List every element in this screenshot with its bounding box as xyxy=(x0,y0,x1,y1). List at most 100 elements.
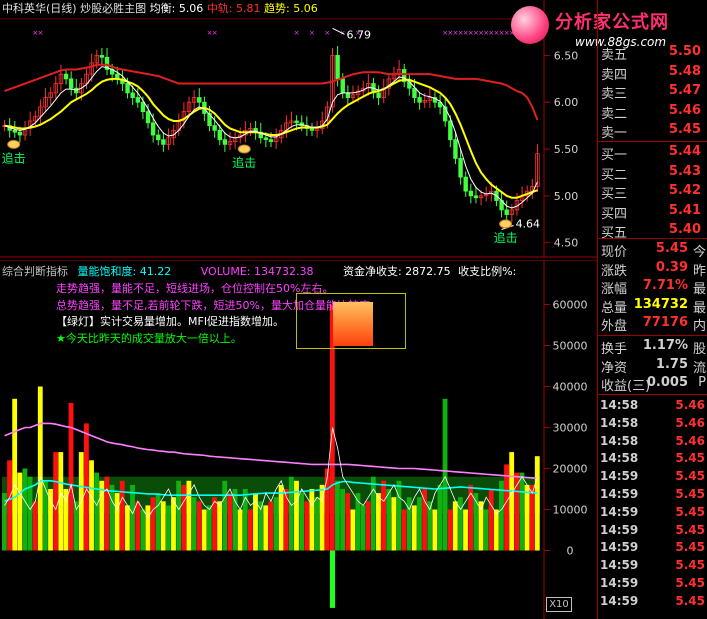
tick-row[interactable]: 14:58 5.46 xyxy=(600,434,705,452)
quote-row[interactable]: 卖四 5.48 xyxy=(601,64,706,83)
candle-body xyxy=(448,120,453,141)
marker-label: 6.79 xyxy=(346,28,371,41)
quote-extra: 股 xyxy=(692,342,706,357)
volume-bar xyxy=(458,497,463,551)
tick-row[interactable]: 14:58 5.45 xyxy=(600,451,705,469)
candle-body xyxy=(68,78,74,89)
candle-body xyxy=(268,139,274,142)
quote-row[interactable]: 收益(三) 0.005 P xyxy=(601,375,706,394)
quote-value: 5.42 xyxy=(668,183,701,198)
tick-time: 14:59 xyxy=(600,522,639,537)
quote-value: 5.45 xyxy=(668,122,701,137)
tick-time: 14:58 xyxy=(600,415,639,430)
divider xyxy=(598,238,707,239)
quote-row[interactable]: 买一 5.44 xyxy=(601,144,706,163)
quote-row[interactable]: 卖一 5.45 xyxy=(601,122,706,141)
quote-label: 卖三 xyxy=(601,87,628,102)
quote-value: 5.45 xyxy=(655,241,688,256)
quote-row[interactable]: 外盘 77176 内 xyxy=(601,315,706,334)
volume-bar xyxy=(227,493,233,551)
quote-row[interactable]: 总量 134732 最 xyxy=(601,297,706,316)
tick-row[interactable]: 14:59 5.45 xyxy=(600,523,705,541)
tick-row[interactable]: 14:59 5.45 xyxy=(600,540,705,558)
signal-x-mark: × xyxy=(294,29,300,37)
volume-bar xyxy=(135,501,141,551)
divider xyxy=(598,335,707,336)
volume-bar xyxy=(381,480,386,551)
volume-bar xyxy=(201,509,207,551)
tick-price: 5.45 xyxy=(675,558,705,573)
y-tick-label: 20000 xyxy=(553,463,588,476)
quote-row[interactable]: 买四 5.41 xyxy=(601,203,706,222)
volume-bar xyxy=(7,460,12,551)
tick-time: 14:58 xyxy=(600,451,639,466)
candle-body xyxy=(453,139,458,159)
quote-label: 总量 xyxy=(601,300,628,316)
mid-value: 5.81 xyxy=(236,2,261,15)
volume-bar xyxy=(283,489,289,551)
quote-row[interactable]: 换手 1.17% 股 xyxy=(601,338,706,357)
volume-bar xyxy=(217,501,223,551)
quote-row[interactable]: 涨幅 7.71% 最 xyxy=(601,278,706,297)
quote-value: 5.43 xyxy=(668,163,701,179)
quote-extra: 今 xyxy=(692,245,706,260)
indicator-item: 资金净收支: 2872.75 xyxy=(342,265,451,278)
tick-row[interactable]: 14:59 5.45 xyxy=(600,469,705,487)
volume-bar xyxy=(422,489,427,551)
volume-bar xyxy=(160,501,166,551)
quote-value: 134732 xyxy=(633,296,688,312)
quote-label: 净资 xyxy=(601,360,628,376)
quote-label: 换手 xyxy=(601,342,628,357)
volume-bar xyxy=(365,501,371,551)
volume-bar xyxy=(114,493,120,551)
volume-bar xyxy=(504,464,509,551)
volume-bar xyxy=(488,489,494,551)
tick-row[interactable]: 14:58 5.46 xyxy=(600,398,705,416)
quote-value: 1.75 xyxy=(655,356,688,372)
tick-row[interactable]: 14:59 5.45 xyxy=(600,576,705,594)
tick-price: 5.45 xyxy=(675,576,705,590)
candle-body xyxy=(309,128,315,131)
tick-row[interactable]: 14:59 5.45 xyxy=(600,594,705,612)
volume-bar xyxy=(447,509,453,551)
quote-extra: 最 xyxy=(692,282,706,297)
tick-price: 5.46 xyxy=(675,433,705,448)
quote-row[interactable]: 卖三 5.47 xyxy=(601,83,706,102)
tick-price: 5.45 xyxy=(675,469,705,484)
tick-time: 14:59 xyxy=(600,487,639,501)
volume-bar xyxy=(165,505,171,551)
quote-row[interactable]: 卖二 5.46 xyxy=(601,103,706,122)
volume-bar xyxy=(53,452,59,551)
avg-value: 5.06 xyxy=(178,2,204,15)
tick-row[interactable]: 14:59 5.45 xyxy=(600,487,705,505)
scale-badge: X10 xyxy=(546,597,572,612)
indicator-item: 量能饱和度: 41.22 xyxy=(77,265,172,278)
quote-row[interactable]: 买三 5.42 xyxy=(601,183,706,202)
quote-row[interactable]: 净资 1.75 流 xyxy=(601,357,706,376)
volume-bar xyxy=(99,480,105,551)
volume-bar xyxy=(288,476,294,551)
volume-bar xyxy=(324,468,330,551)
mid-label: 中轨: xyxy=(206,2,233,15)
tick-row[interactable]: 14:58 5.46 xyxy=(600,416,705,434)
y-tick-label: 50000 xyxy=(553,340,588,353)
quote-row[interactable]: 涨跌 0.39 昨 xyxy=(601,260,706,279)
tick-time: 14:58 xyxy=(600,433,639,448)
volume-bar xyxy=(2,493,7,551)
quote-label: 卖五 xyxy=(601,48,628,63)
quote-value: 5.44 xyxy=(668,144,701,159)
quote-row[interactable]: 现价 5.45 今 xyxy=(601,241,706,260)
tick-row[interactable]: 14:59 5.45 xyxy=(600,558,705,576)
candle-body xyxy=(145,111,151,124)
quote-label: 外盘 xyxy=(601,319,628,334)
tick-price: 5.45 xyxy=(675,522,705,537)
candle-body xyxy=(130,92,135,98)
quote-label: 涨幅 xyxy=(601,282,628,297)
volume-bar xyxy=(442,398,448,551)
signal-x-mark: × xyxy=(324,29,330,37)
tick-row[interactable]: 14:59 5.45 xyxy=(600,505,705,523)
quote-extra: 昨 xyxy=(692,263,706,279)
quote-row[interactable]: 卖五 5.50 xyxy=(601,44,706,63)
volume-bar xyxy=(463,509,468,551)
quote-row[interactable]: 买二 5.43 xyxy=(601,164,706,183)
